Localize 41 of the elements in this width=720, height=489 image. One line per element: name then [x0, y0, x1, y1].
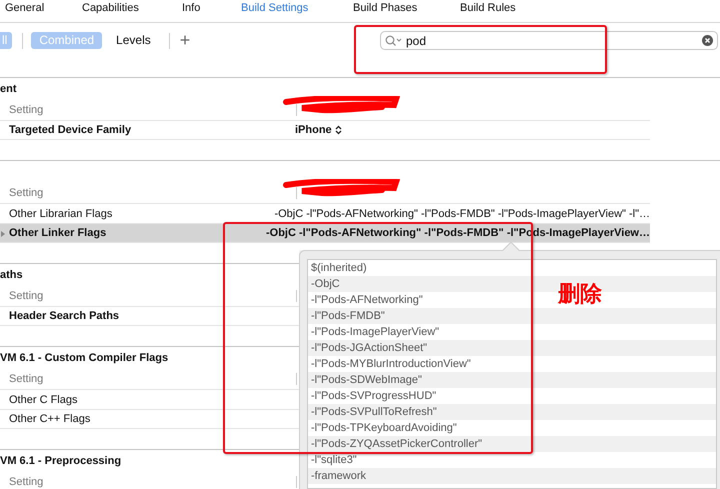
search-icon	[385, 35, 402, 46]
list-item[interactable]: -l"Pods-SVProgressHUD"	[311, 388, 436, 404]
setting-name: Other C Flags	[9, 394, 78, 406]
list-item[interactable]: -l"Pods-FMDB"	[311, 308, 385, 324]
list-item[interactable]: -l"sqlite3"	[311, 452, 357, 468]
list-item[interactable]: -l"Pods-TPKeyboardAvoiding"	[311, 420, 457, 436]
list-item[interactable]: -l"Pods-MYBlurIntroductionView"	[311, 356, 471, 372]
list-item[interactable]: -ObjC	[311, 276, 340, 292]
section-title: VM 6.1 - Custom Compiler Flags	[0, 351, 168, 366]
list-item[interactable]: $(inherited)	[311, 260, 367, 276]
tab[interactable]: General	[5, 2, 44, 14]
tab[interactable]: Info	[182, 2, 200, 14]
add-button[interactable]: +	[180, 32, 190, 49]
section-title: ent	[0, 82, 16, 97]
list-item[interactable]: -l"Pods-AFNetworking"	[311, 292, 423, 308]
annotation-label: 删除	[558, 281, 602, 309]
search-field[interactable]: pod	[380, 31, 718, 50]
value-popup[interactable]: iPhone	[295, 124, 342, 136]
section-title: VM 6.1 - Preprocessing	[0, 454, 122, 469]
column-header: Setting	[9, 373, 44, 385]
column-header: Setting	[9, 187, 44, 199]
tab[interactable]: Build Settings	[241, 2, 308, 14]
column-header: Setting	[9, 476, 44, 488]
column-header: Setting	[9, 290, 44, 302]
setting-value: -ObjC -l"Pods-AFNetworking" -l"Pods-FMDB" -l"Pods-ImagePlayerView" -l"…	[274, 208, 650, 220]
tab[interactable]: Build Rules	[460, 2, 516, 14]
setting-name: Targeted Device Family	[9, 124, 132, 136]
setting-row[interactable]: Targeted Device Family iPhone	[0, 120, 650, 140]
tab[interactable]: Build Phases	[353, 2, 418, 14]
stepper-icon[interactable]	[334, 125, 342, 135]
setting-name: Header Search Paths	[9, 310, 120, 322]
clear-icon[interactable]	[702, 35, 713, 46]
list-item[interactable]: -framework	[311, 468, 366, 484]
setting-name: Other C++ Flags	[9, 413, 92, 425]
section-title: aths	[0, 268, 23, 283]
filter-button[interactable]: Levels	[108, 32, 159, 49]
setting-name: Other Librarian Flags	[9, 208, 114, 220]
column-header: Setting	[9, 104, 44, 116]
tab[interactable]: Capabilities	[82, 2, 139, 14]
setting-name: Other Linker Flags	[9, 227, 108, 239]
list-item[interactable]: -l"Pods-ImagePlayerView"	[311, 324, 440, 340]
